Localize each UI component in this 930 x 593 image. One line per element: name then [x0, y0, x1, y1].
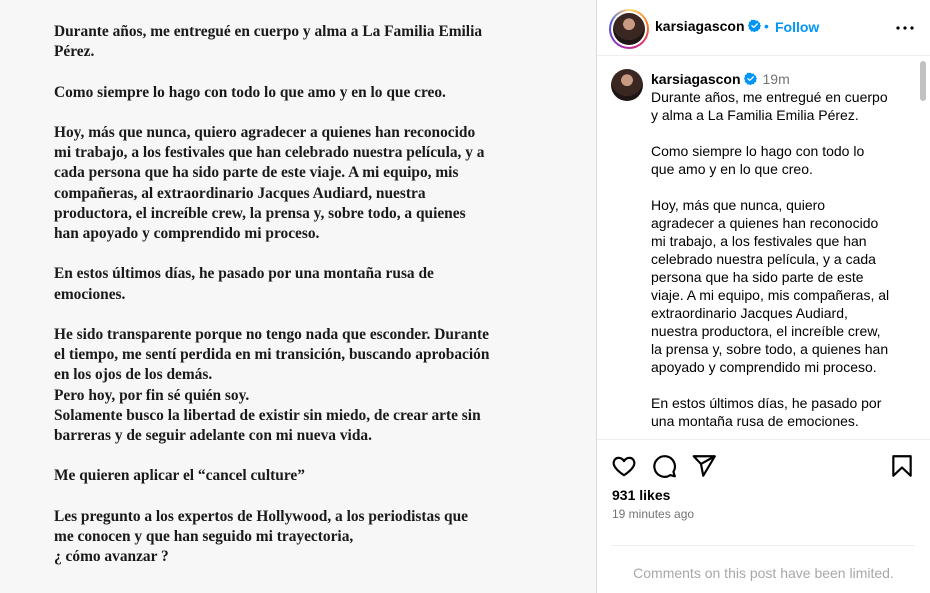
image-paragraph: He sido transparente porque no tengo nad…	[54, 325, 490, 444]
caption-username[interactable]: karsiagascon	[651, 71, 741, 87]
caption-area[interactable]: karsiagascon 19m Durante años, me entregu…	[597, 57, 930, 439]
post-image: Durante años, me entregué en cuerpo y al…	[0, 0, 596, 593]
comments-limited-notice: Comments on this post have been limited.	[633, 565, 894, 581]
caption-paragraph: Como siempre lo hago con todo lo que amo…	[651, 143, 865, 177]
caption-header: karsiagascon 19m	[651, 70, 911, 88]
image-paragraph: Me quieren aplicar el “cancel culture”	[54, 467, 305, 485]
bookmark-icon[interactable]	[889, 453, 915, 479]
avatar[interactable]	[609, 9, 649, 49]
post-image-text: Durante años, me entregué en cuerpo y al…	[54, 22, 554, 588]
post-side-panel: karsiagascon • Follow karsiagascon 19m Du…	[597, 0, 930, 593]
comment-icon[interactable]	[651, 453, 677, 479]
scrollbar-thumb[interactable]	[920, 61, 926, 101]
username-text: karsiagascon	[655, 18, 745, 34]
username-link[interactable]: karsiagascon	[655, 18, 761, 34]
post-header: karsiagascon • Follow	[597, 0, 930, 56]
divider	[597, 439, 930, 440]
image-paragraph: Les pregunto a los expertos de Hollywood…	[54, 507, 469, 566]
caption-avatar[interactable]	[611, 69, 643, 101]
avatar-image	[613, 13, 645, 45]
caption-block: karsiagascon 19m Durante años, me entregu…	[651, 70, 911, 439]
verified-badge-icon	[747, 19, 761, 32]
follow-button[interactable]: Follow	[775, 19, 819, 35]
separator-dot: •	[764, 18, 769, 34]
post-timestamp[interactable]: 19 minutes ago	[612, 507, 694, 521]
send-icon[interactable]	[691, 453, 717, 479]
divider	[611, 545, 915, 546]
caption-paragraph: Hoy, más que nunca, quiero agradecer a q…	[651, 197, 890, 375]
caption-paragraph: En estos últimos días, he pasado por una…	[651, 395, 882, 429]
action-bar	[597, 450, 930, 482]
verified-badge-icon	[743, 72, 757, 85]
caption-paragraph: Durante años, me entregué en cuerpo y al…	[651, 89, 888, 123]
image-paragraph: En estos últimos días, he pasado por una…	[54, 265, 434, 303]
image-paragraph: Hoy, más que nunca, quiero agradecer a q…	[54, 123, 485, 242]
more-options-icon[interactable]	[893, 16, 917, 40]
image-paragraph: Como siempre lo hago con todo lo que amo…	[54, 83, 446, 101]
caption-scrollbar[interactable]	[919, 57, 927, 439]
image-paragraph: Durante años, me entregué en cuerpo y al…	[54, 23, 483, 61]
likes-count[interactable]: 931 likes	[612, 487, 670, 503]
heart-icon[interactable]	[611, 453, 637, 479]
caption-time: 19m	[762, 71, 790, 87]
